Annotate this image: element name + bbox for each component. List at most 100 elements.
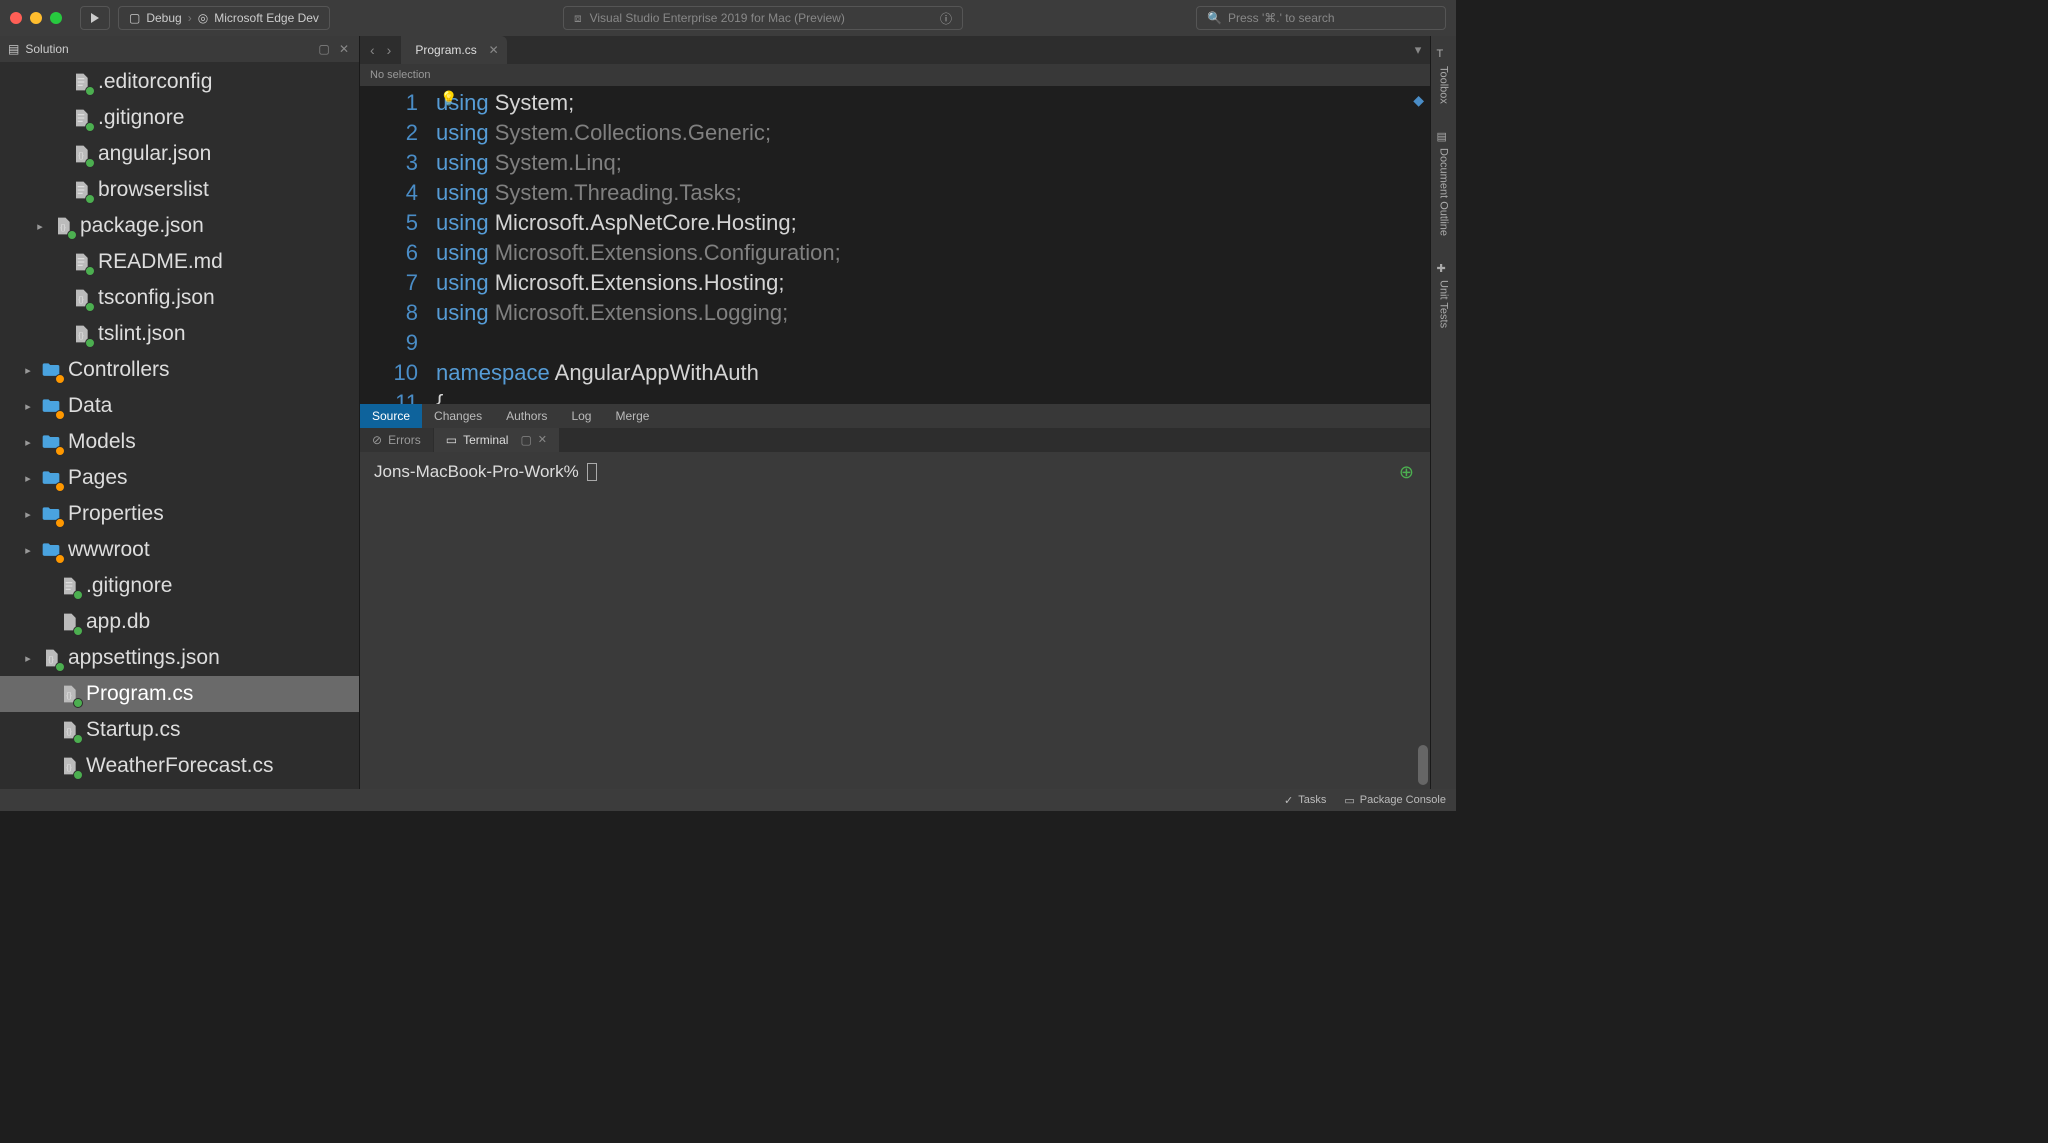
vc-tab-changes[interactable]: Changes: [422, 404, 494, 428]
tree-item-tslint-json[interactable]: {}tslint.json: [0, 316, 359, 352]
maximize-window-button[interactable]: [50, 12, 62, 24]
terminal-scrollbar[interactable]: [1418, 745, 1428, 785]
tree-item-label: Pages: [68, 466, 128, 490]
tree-item-properties[interactable]: ▸ Properties: [0, 496, 359, 532]
tree-item-wwwroot[interactable]: ▸ wwwroot: [0, 532, 359, 568]
chevron-right-icon[interactable]: ▸: [22, 400, 34, 413]
vc-tab-authors[interactable]: Authors: [494, 404, 559, 428]
tasks-label: Tasks: [1298, 794, 1326, 806]
tree-item--gitignore[interactable]: .gitignore: [0, 100, 359, 136]
app-title-pill[interactable]: ⧈ Visual Studio Enterprise 2019 for Mac …: [563, 6, 963, 30]
tree-item-startup-cs[interactable]: {}Startup.cs: [0, 712, 359, 748]
document-outline-panel-tab[interactable]: ▤ Document Outline: [1437, 124, 1451, 242]
code-token: ;: [835, 240, 841, 265]
chevron-right-icon[interactable]: ▸: [22, 652, 34, 665]
code-line[interactable]: using System.Linq;: [436, 148, 1430, 178]
unit-tests-panel-tab[interactable]: ✚ Unit Tests: [1437, 256, 1451, 334]
tree-item-package-json[interactable]: ▸{}package.json: [0, 208, 359, 244]
tree-item-label: wwwroot: [68, 538, 150, 562]
code-line[interactable]: namespace AngularAppWithAuth: [436, 358, 1430, 388]
tree-item-label: angular.json: [98, 142, 211, 166]
code-marker-icon[interactable]: ◆: [1413, 92, 1424, 109]
code-token: ;: [782, 300, 788, 325]
chevron-right-icon[interactable]: ▸: [22, 364, 34, 377]
chevron-right-icon[interactable]: ▸: [22, 544, 34, 557]
detach-panel-button[interactable]: ▢: [317, 42, 331, 56]
file-tab-program[interactable]: Program.cs ✕: [401, 36, 506, 64]
tree-item-label: Properties: [68, 502, 164, 526]
tree-item-appsettings-json[interactable]: ▸{}appsettings.json: [0, 640, 359, 676]
vc-tab-log[interactable]: Log: [559, 404, 603, 428]
solution-header: ▤ Solution ▢ ✕: [0, 36, 359, 62]
code-line[interactable]: using System.Threading.Tasks;: [436, 178, 1430, 208]
package-console-button[interactable]: ▭ Package Console: [1344, 794, 1446, 807]
tree-item-angular-json[interactable]: {}angular.json: [0, 136, 359, 172]
vc-tab-label: Authors: [506, 409, 547, 423]
chevron-right-icon[interactable]: ▸: [22, 436, 34, 449]
tree-item-data[interactable]: ▸Data: [0, 388, 359, 424]
code-line[interactable]: {: [436, 388, 1430, 404]
code-line[interactable]: [436, 328, 1430, 358]
terminal-tab[interactable]: ▭ Terminal ▢ ✕: [434, 428, 559, 452]
code-token: Microsoft.AspNetCore.Hosting;: [495, 210, 797, 235]
code-content[interactable]: using System;using System.Collections.Ge…: [436, 86, 1430, 404]
tree-item--editorconfig[interactable]: .editorconfig: [0, 64, 359, 100]
code-editor[interactable]: 💡 ◆ 123456789101112 using System;using S…: [360, 86, 1430, 404]
tree-item-program-cs[interactable]: {}Program.cs: [0, 676, 359, 712]
detach-terminal-button[interactable]: ▢: [520, 433, 531, 447]
tree-item-label: tsconfig.json: [98, 286, 215, 310]
terminal-pane[interactable]: Jons-MacBook-Pro-Work% ⊕: [360, 452, 1430, 790]
toolbox-panel-tab[interactable]: T Toolbox: [1437, 42, 1451, 110]
run-configuration-selector[interactable]: ▢ Debug › ◎ Microsoft Edge Dev: [118, 6, 330, 30]
tree-item--gitignore[interactable]: .gitignore: [0, 568, 359, 604]
minimize-window-button[interactable]: [30, 12, 42, 24]
tree-item-browserslist[interactable]: browserslist: [0, 172, 359, 208]
code-line[interactable]: using Microsoft.Extensions.Configuration…: [436, 238, 1430, 268]
close-terminal-button[interactable]: ✕: [538, 433, 547, 446]
tab-overflow-button[interactable]: ▾: [1406, 36, 1430, 64]
nav-forward-button[interactable]: ›: [383, 42, 396, 58]
check-icon: ✓: [1284, 794, 1293, 807]
close-window-button[interactable]: [10, 12, 22, 24]
nav-back-button[interactable]: ‹: [366, 42, 379, 58]
tree-item-app-db[interactable]: app.db: [0, 604, 359, 640]
chevron-right-icon[interactable]: ▸: [22, 472, 34, 485]
run-button[interactable]: [80, 6, 110, 30]
code-line[interactable]: using System;: [436, 88, 1430, 118]
tree-item-tsconfig-json[interactable]: {}tsconfig.json: [0, 280, 359, 316]
vc-tab-source[interactable]: Source: [360, 404, 422, 428]
tree-item-controllers[interactable]: ▸Controllers: [0, 352, 359, 388]
tasks-status-button[interactable]: ✓ Tasks: [1284, 794, 1326, 807]
file-icon: [70, 105, 92, 131]
code-token: ;: [736, 180, 742, 205]
info-icon[interactable]: ⓘ: [940, 10, 952, 27]
blank-icon: [58, 609, 80, 635]
chevron-right-icon[interactable]: ▸: [34, 220, 46, 233]
code-token: {: [436, 390, 443, 404]
breadcrumb-label: No selection: [370, 69, 431, 81]
added-badge-icon: [85, 338, 95, 348]
code-token: using: [436, 180, 495, 205]
tree-item-readme-md[interactable]: README.md: [0, 244, 359, 280]
outline-icon: ▤: [1437, 130, 1451, 144]
vc-tab-merge[interactable]: Merge: [603, 404, 661, 428]
close-panel-button[interactable]: ✕: [337, 42, 351, 56]
terminal-prompt: Jons-MacBook-Pro-Work%: [374, 462, 583, 481]
errors-tab[interactable]: ⊘ Errors: [360, 428, 433, 452]
added-badge-icon: [73, 734, 83, 744]
editor-breadcrumb[interactable]: No selection: [360, 64, 1430, 86]
close-tab-button[interactable]: ✕: [489, 43, 499, 57]
tree-item-pages[interactable]: ▸ Pages: [0, 460, 359, 496]
chevron-right-icon[interactable]: ▸: [22, 508, 34, 521]
code-line[interactable]: using System.Collections.Generic;: [436, 118, 1430, 148]
new-terminal-button[interactable]: ⊕: [1399, 462, 1414, 483]
lightbulb-icon[interactable]: 💡: [440, 90, 457, 107]
global-search[interactable]: 🔍 Press '⌘.' to search: [1196, 6, 1446, 30]
tree-item-models[interactable]: ▸Models: [0, 424, 359, 460]
target-icon: ◎: [198, 11, 208, 25]
code-line[interactable]: using Microsoft.Extensions.Hosting;: [436, 268, 1430, 298]
tree-item-weatherforecast-cs[interactable]: {}WeatherForecast.cs: [0, 748, 359, 784]
code-line[interactable]: using Microsoft.Extensions.Logging;: [436, 298, 1430, 328]
solution-tree[interactable]: .editorconfig.gitignore{}angular.jsonbro…: [0, 62, 359, 789]
code-line[interactable]: using Microsoft.AspNetCore.Hosting;: [436, 208, 1430, 238]
